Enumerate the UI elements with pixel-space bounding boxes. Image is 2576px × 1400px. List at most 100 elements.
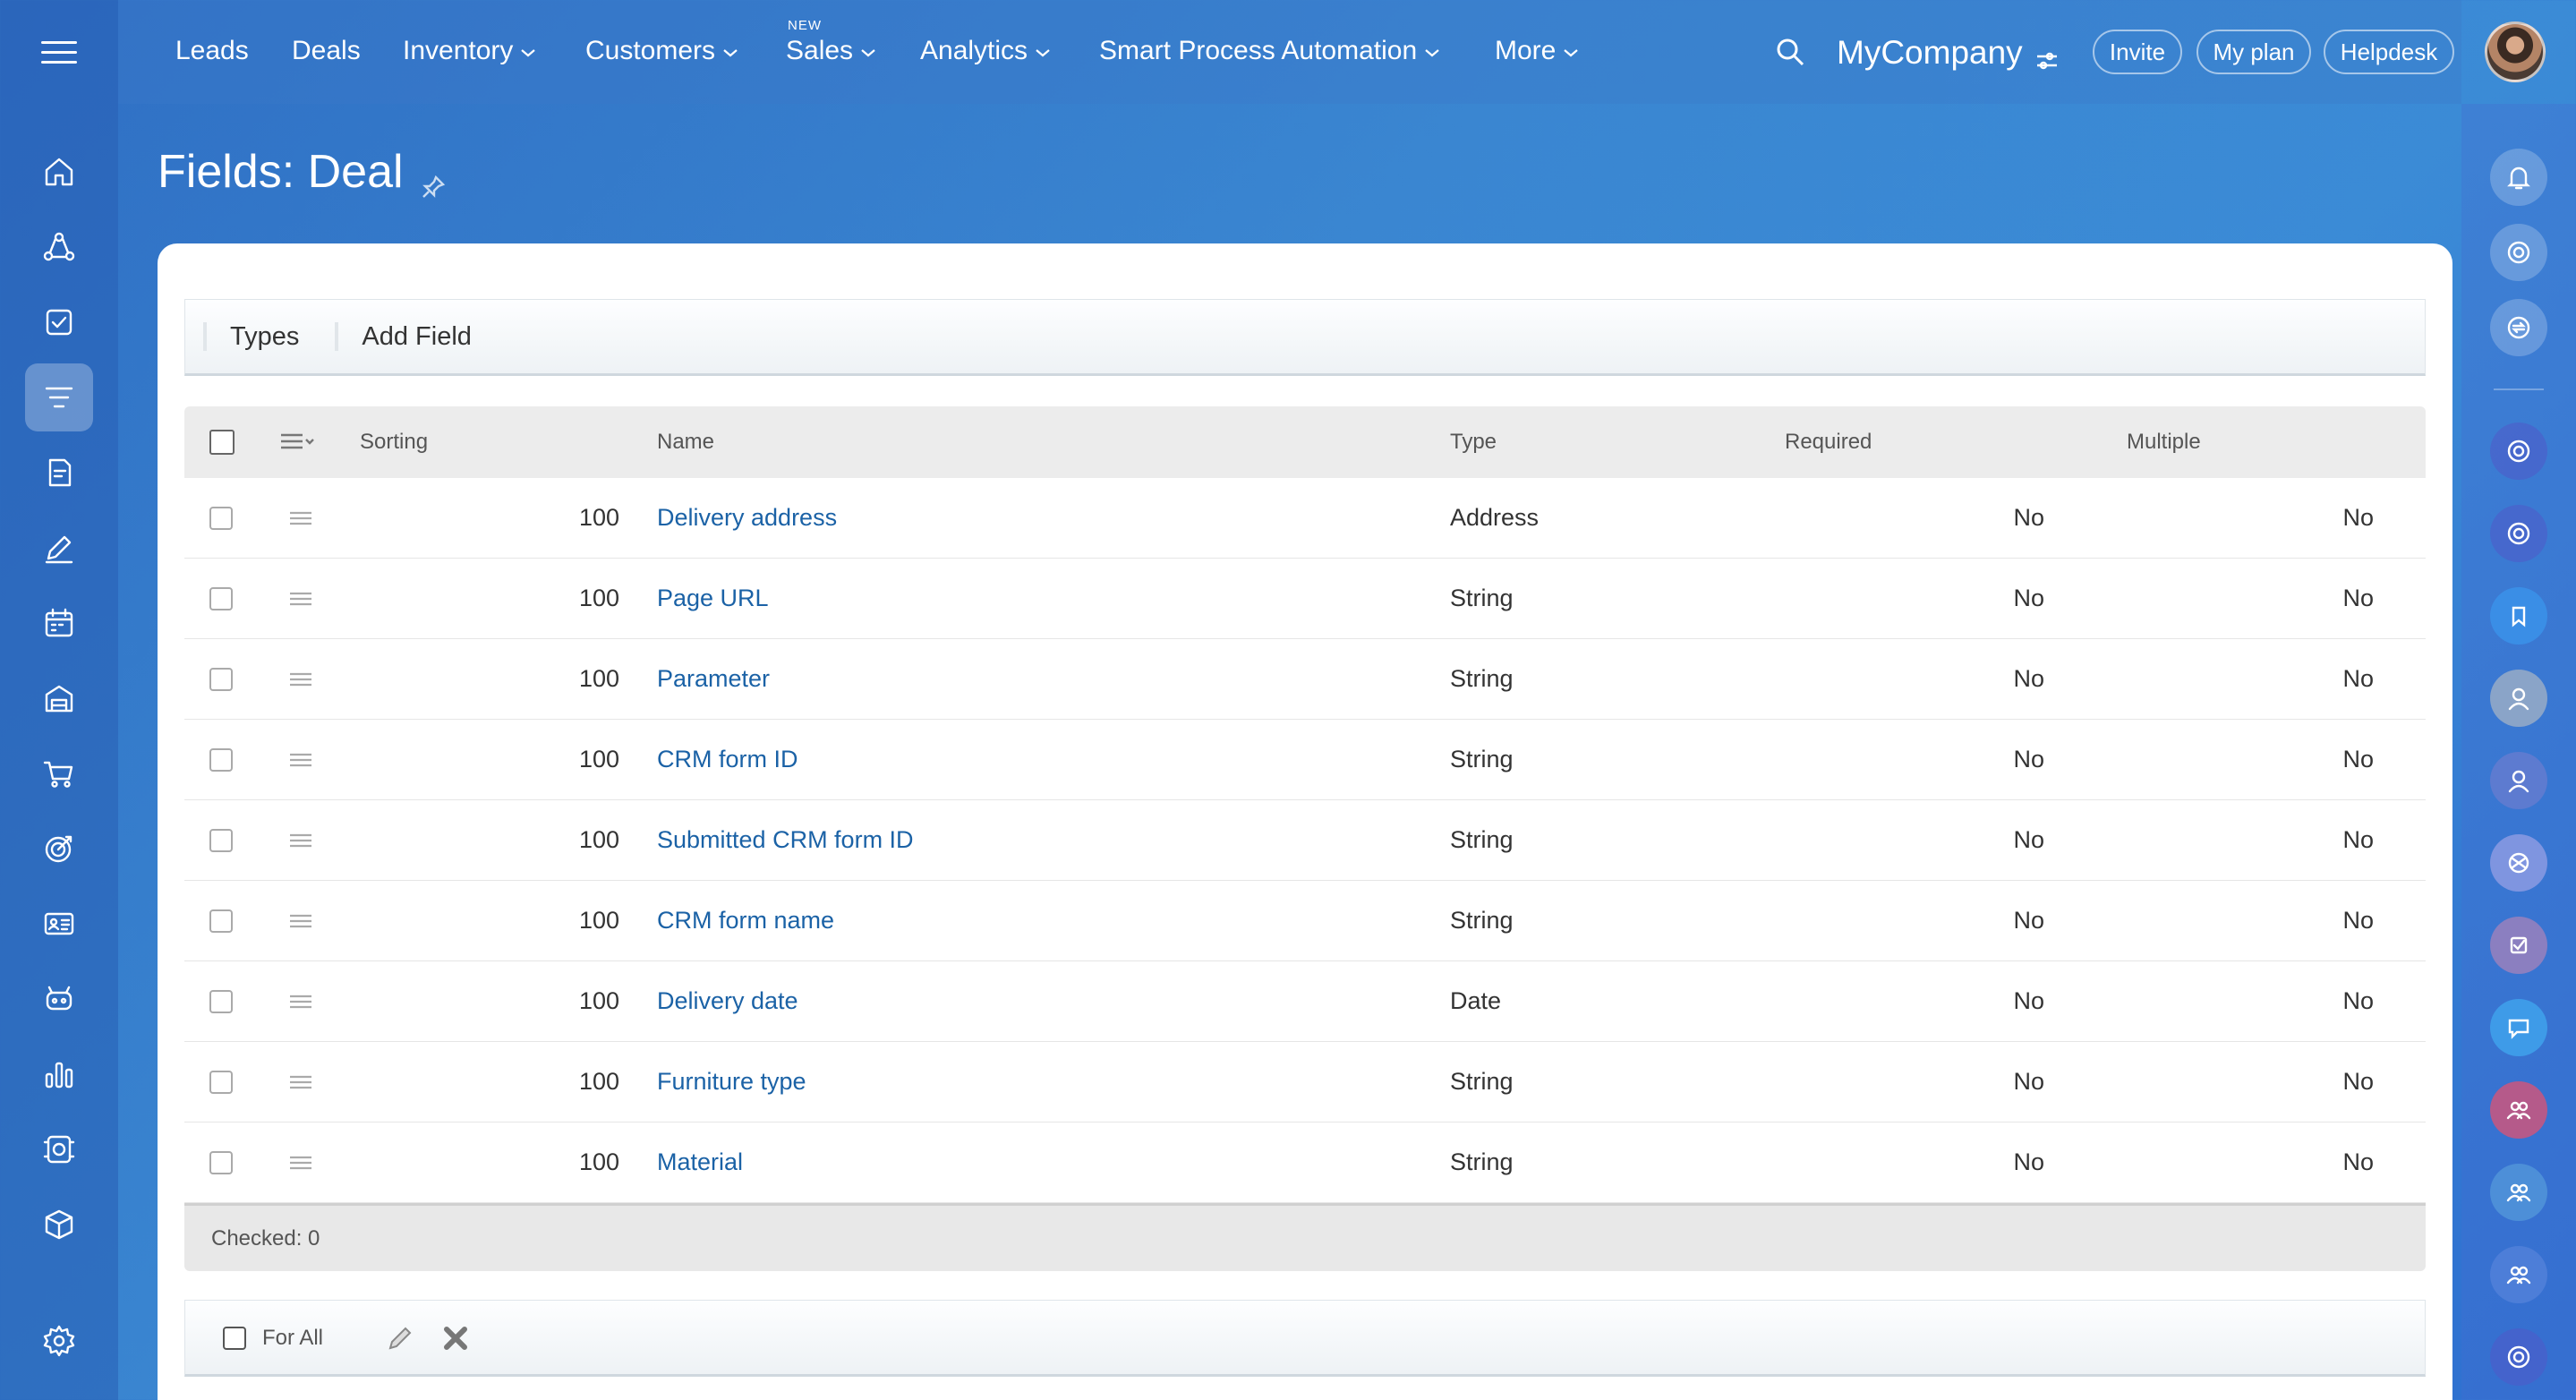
bell-icon[interactable] [2490,149,2547,206]
box-icon[interactable] [25,1191,93,1259]
market-icon[interactable] [25,1115,93,1183]
table-row[interactable]: 100 Submitted CRM form ID String No No [184,800,2426,881]
select-all-checkbox[interactable] [209,430,235,455]
delete-cross-icon[interactable] [439,1322,472,1354]
table-row[interactable]: 100 Delivery address Address No No [184,478,2426,559]
row-name-link[interactable]: Parameter [657,639,770,719]
target-icon[interactable] [25,815,93,883]
group-chat-icon[interactable] [2490,1164,2547,1221]
table-row[interactable]: 100 Page URL String No No [184,559,2426,639]
analytics-icon[interactable] [25,1040,93,1108]
nav-customers-label: Customers [585,36,716,65]
user-avatar[interactable] [2485,21,2546,82]
row-name-link[interactable]: Page URL [657,559,769,638]
network-icon[interactable] [2490,834,2547,892]
settings-gear-icon[interactable] [25,1307,93,1375]
table-row[interactable]: 100 Material String No No [184,1123,2426,1203]
nav-more[interactable]: More [1495,36,1579,66]
row-required: No [2013,665,2044,692]
chat-sync-icon[interactable] [2490,299,2547,356]
copilot-icon[interactable] [2490,224,2547,281]
table-row[interactable]: 100 Furniture type String No No [184,1042,2426,1123]
chat-bubble-icon[interactable] [2490,999,2547,1056]
row-required: No [2013,504,2044,531]
group-action-bar: For All [184,1300,2426,1377]
row-name-link[interactable]: Delivery date [657,961,798,1041]
for-all-checkbox[interactable] [223,1327,246,1350]
checked-count: Checked: 0 [211,1225,320,1251]
row-multiple: No [2342,987,2374,1014]
checkbox-task-icon[interactable] [2490,917,2547,974]
row-name-link[interactable]: Material [657,1123,743,1202]
nav-sales[interactable]: Sales [786,36,876,66]
menu-burger-icon[interactable] [41,41,77,64]
nav-inventory[interactable]: Inventory [403,36,536,66]
contact-avatar-icon[interactable] [2490,752,2547,809]
home-icon[interactable] [25,138,93,206]
sign-icon[interactable] [25,514,93,582]
cart-icon[interactable] [25,739,93,807]
search-icon[interactable] [1774,36,1806,68]
types-button[interactable]: Types [185,300,299,373]
contact-avatar-icon[interactable] [2490,670,2547,727]
company-name[interactable]: MyCompany [1837,34,2059,72]
column-required[interactable]: Required [1785,406,1872,478]
row-multiple: No [2342,1148,2374,1175]
nav-leads[interactable]: Leads [175,36,249,66]
row-required: No [2013,907,2044,934]
grid-header: Sorting Name Type Required Multiple [184,406,2426,478]
edit-pencil-icon[interactable] [384,1322,416,1354]
calendar-icon[interactable] [25,589,93,657]
nav-deals[interactable]: Deals [292,36,361,66]
group-chat-icon[interactable] [2490,1246,2547,1303]
column-multiple[interactable]: Multiple [2127,406,2201,478]
column-sorting[interactable]: Sorting [360,406,428,478]
row-name-link[interactable]: Furniture type [657,1042,806,1122]
documents-icon[interactable] [25,439,93,507]
row-name-link[interactable]: CRM form name [657,881,834,960]
nav-inventory-label: Inventory [403,36,514,65]
tasks-icon[interactable] [25,288,93,356]
table-row[interactable]: 100 Delivery date Date No No [184,961,2426,1042]
nav-smart-process-automation[interactable]: Smart Process Automation [1099,36,1440,66]
row-name-link[interactable]: Submitted CRM form ID [657,800,914,880]
warehouse-icon[interactable] [25,664,93,732]
invite-button[interactable]: Invite [2093,30,2182,74]
row-name-link[interactable]: Delivery address [657,478,837,558]
row-sorting: 100 [578,907,619,934]
nav-customers[interactable]: Customers [585,36,738,66]
row-required: No [2013,826,2044,853]
table-row[interactable]: 100 CRM form name String No No [184,881,2426,961]
row-sorting: 100 [578,504,619,531]
add-field-button[interactable]: Add Field [299,300,472,373]
nav-analytics[interactable]: Analytics [920,36,1051,66]
pin-icon[interactable] [420,158,447,198]
my-plan-button[interactable]: My plan [2196,30,2311,74]
open-channel-icon[interactable] [2490,1328,2547,1386]
helpdesk-button[interactable]: Helpdesk [2324,30,2454,74]
robot-icon[interactable] [25,965,93,1033]
filter-icon[interactable] [25,363,93,431]
open-channel-icon[interactable] [2490,423,2547,480]
page-title: Fields: Deal [158,145,447,199]
table-row[interactable]: 100 CRM form ID String No No [184,720,2426,800]
row-sorting: 100 [578,1068,619,1095]
column-type[interactable]: Type [1450,406,1497,478]
row-type: String [1450,746,1514,773]
crm-icon[interactable] [25,213,93,281]
types-label: Types [230,321,300,351]
group-chat-icon[interactable] [2490,1081,2547,1139]
column-settings-icon[interactable] [279,406,319,478]
column-name[interactable]: Name [657,406,714,478]
nav-sales-label: Sales [786,36,854,65]
chevron-down-icon [1035,43,1051,64]
add-field-label: Add Field [362,321,472,351]
bookmark-icon[interactable] [2490,587,2547,645]
row-sorting: 100 [578,746,619,773]
contact-card-icon[interactable] [25,890,93,958]
copilot-chat-icon[interactable] [2490,505,2547,562]
row-name-link[interactable]: CRM form ID [657,720,798,799]
row-type: String [1450,907,1514,934]
chevron-down-icon [722,43,738,64]
table-row[interactable]: 100 Parameter String No No [184,639,2426,720]
